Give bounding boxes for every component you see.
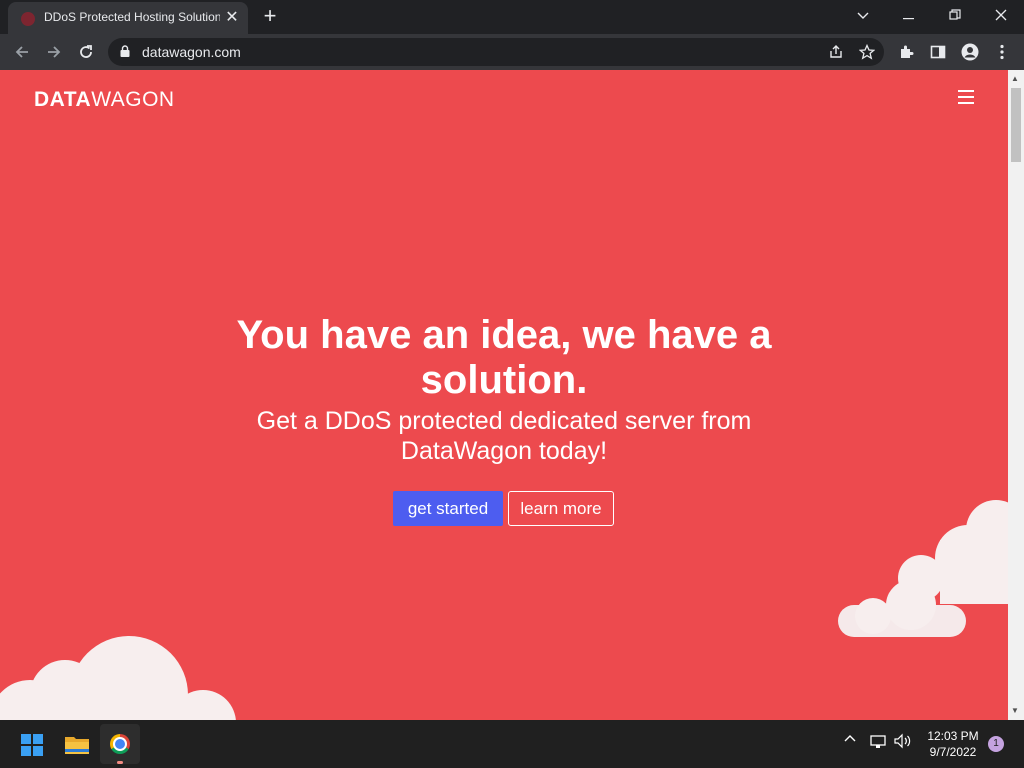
site-favicon-icon xyxy=(21,12,35,26)
lock-icon[interactable] xyxy=(120,45,130,57)
scroll-down-arrow-icon[interactable]: ▼ xyxy=(1011,706,1019,715)
hamburger-menu-icon[interactable] xyxy=(958,90,974,104)
reload-icon[interactable] xyxy=(74,40,98,64)
browser-tab[interactable]: DDoS Protected Hosting Solution ✕ xyxy=(8,2,248,34)
tab-title: DDoS Protected Hosting Solution xyxy=(44,10,220,24)
windows-taskbar: 12:03 PM 9/7/2022 1 xyxy=(0,720,1024,768)
extensions-icon[interactable] xyxy=(894,40,918,64)
minimize-button[interactable] xyxy=(886,0,932,32)
side-panel-icon[interactable] xyxy=(926,40,950,64)
bookmark-star-icon[interactable] xyxy=(855,40,879,64)
learn-more-button[interactable]: learn more xyxy=(508,491,614,526)
windows-start-icon[interactable] xyxy=(21,734,43,756)
tab-strip: DDoS Protected Hosting Solution ✕ + xyxy=(0,0,1024,34)
chrome-taskbar-button[interactable] xyxy=(100,724,140,764)
scroll-up-arrow-icon[interactable]: ▲ xyxy=(1011,74,1019,83)
browser-toolbar: datawagon.com xyxy=(0,34,1024,70)
share-icon[interactable] xyxy=(824,40,848,64)
volume-icon[interactable] xyxy=(894,733,912,749)
show-hidden-icons-chevron-icon[interactable] xyxy=(843,733,857,743)
chrome-menu-icon[interactable] xyxy=(990,40,1014,64)
logo-bold-text: DATA xyxy=(34,88,92,111)
tab-close-icon[interactable]: ✕ xyxy=(222,8,242,28)
network-icon[interactable] xyxy=(870,735,888,749)
file-explorer-icon[interactable] xyxy=(65,734,89,754)
restore-button[interactable] xyxy=(932,0,978,32)
logo-light-text: WAGON xyxy=(91,88,175,111)
chrome-icon xyxy=(110,734,130,754)
hero-headline: You have an idea, we have a solution. xyxy=(236,313,772,402)
clock-time[interactable]: 12:03 PM xyxy=(920,729,986,743)
notification-badge[interactable]: 1 xyxy=(988,736,1004,752)
datawagon-logo[interactable]: DATAWAGON xyxy=(34,88,175,112)
address-bar[interactable]: datawagon.com xyxy=(108,38,884,66)
profile-icon[interactable] xyxy=(958,40,982,64)
get-started-button[interactable]: get started xyxy=(393,491,503,526)
back-icon[interactable] xyxy=(10,40,34,64)
url-text[interactable]: datawagon.com xyxy=(142,44,241,60)
active-app-indicator xyxy=(117,761,123,764)
close-window-button[interactable] xyxy=(978,0,1024,32)
page-scrollbar[interactable]: ▲ ▼ xyxy=(1008,70,1024,720)
hero-subheadline: Get a DDoS protected dedicated server fr… xyxy=(256,407,752,465)
scroll-thumb[interactable] xyxy=(1011,88,1021,162)
new-tab-button[interactable]: + xyxy=(258,5,282,29)
tab-search-dropdown-icon[interactable] xyxy=(840,0,886,32)
forward-icon[interactable] xyxy=(42,40,66,64)
page-viewport: DATAWAGON You have an idea, we have a so… xyxy=(0,70,1008,720)
clock-date[interactable]: 9/7/2022 xyxy=(920,745,986,759)
